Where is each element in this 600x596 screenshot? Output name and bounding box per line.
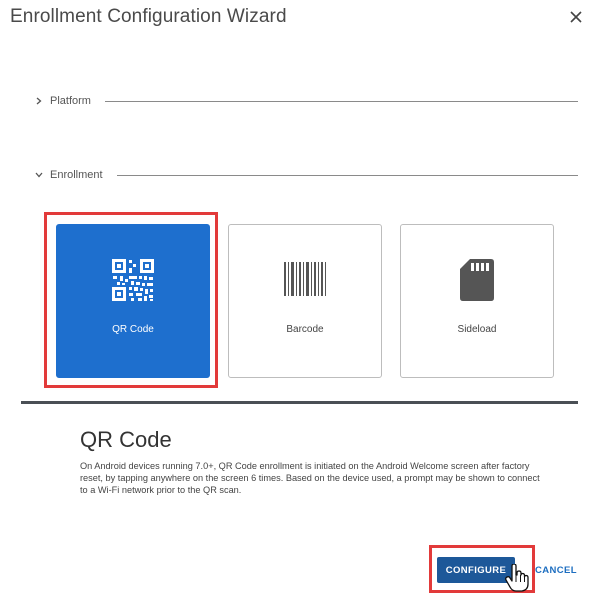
section-enrollment-label: Enrollment bbox=[50, 169, 103, 181]
close-icon bbox=[570, 11, 582, 23]
hand-pointer-icon bbox=[505, 564, 529, 592]
configure-button[interactable]: CONFIGURE bbox=[437, 557, 515, 583]
chevron-down-icon bbox=[34, 170, 44, 180]
section-divider bbox=[104, 100, 578, 102]
sd-card-icon bbox=[460, 259, 494, 301]
dialog-title: Enrollment Configuration Wizard bbox=[10, 6, 287, 27]
content-divider bbox=[21, 401, 578, 404]
barcode-icon bbox=[284, 262, 326, 296]
option-barcode[interactable]: Barcode bbox=[228, 224, 382, 378]
chevron-right-icon bbox=[34, 96, 44, 106]
option-label: Barcode bbox=[286, 324, 324, 335]
section-enrollment-header[interactable]: Enrollment bbox=[34, 167, 578, 183]
description-title: QR Code bbox=[80, 427, 172, 452]
section-platform-header[interactable]: Platform bbox=[34, 93, 578, 109]
description-text: On Android devices running 7.0+, QR Code… bbox=[80, 461, 540, 495]
section-divider bbox=[116, 174, 578, 176]
option-sideload[interactable]: Sideload bbox=[400, 224, 554, 378]
option-label: Sideload bbox=[457, 324, 497, 335]
highlight-frame-qr bbox=[44, 212, 218, 388]
cancel-button[interactable]: CANCEL bbox=[535, 565, 577, 576]
section-platform-label: Platform bbox=[50, 95, 91, 107]
close-button[interactable] bbox=[566, 7, 586, 27]
